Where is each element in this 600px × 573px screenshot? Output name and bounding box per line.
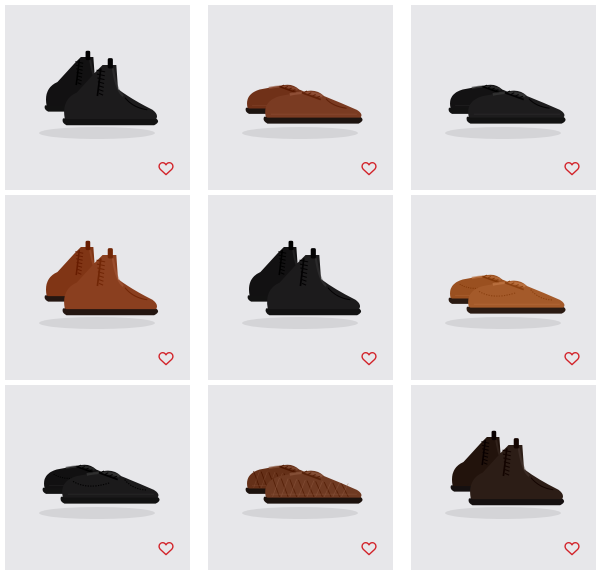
product-card[interactable]: [411, 195, 596, 380]
heart-outline-icon[interactable]: [361, 161, 377, 176]
product-grid: [0, 0, 600, 573]
heart-outline-icon[interactable]: [361, 541, 377, 556]
heart-outline-icon[interactable]: [158, 351, 174, 366]
heart-outline-icon[interactable]: [564, 161, 580, 176]
product-card[interactable]: [411, 5, 596, 190]
product-card[interactable]: [5, 385, 190, 570]
heart-outline-icon[interactable]: [158, 161, 174, 176]
product-card[interactable]: [208, 195, 393, 380]
product-card[interactable]: [5, 195, 190, 380]
heart-outline-icon[interactable]: [564, 541, 580, 556]
product-card[interactable]: [208, 385, 393, 570]
heart-outline-icon[interactable]: [361, 351, 377, 366]
heart-outline-icon[interactable]: [158, 541, 174, 556]
product-card[interactable]: [5, 5, 190, 190]
heart-outline-icon[interactable]: [564, 351, 580, 366]
product-card[interactable]: [411, 385, 596, 570]
product-card[interactable]: [208, 5, 393, 190]
